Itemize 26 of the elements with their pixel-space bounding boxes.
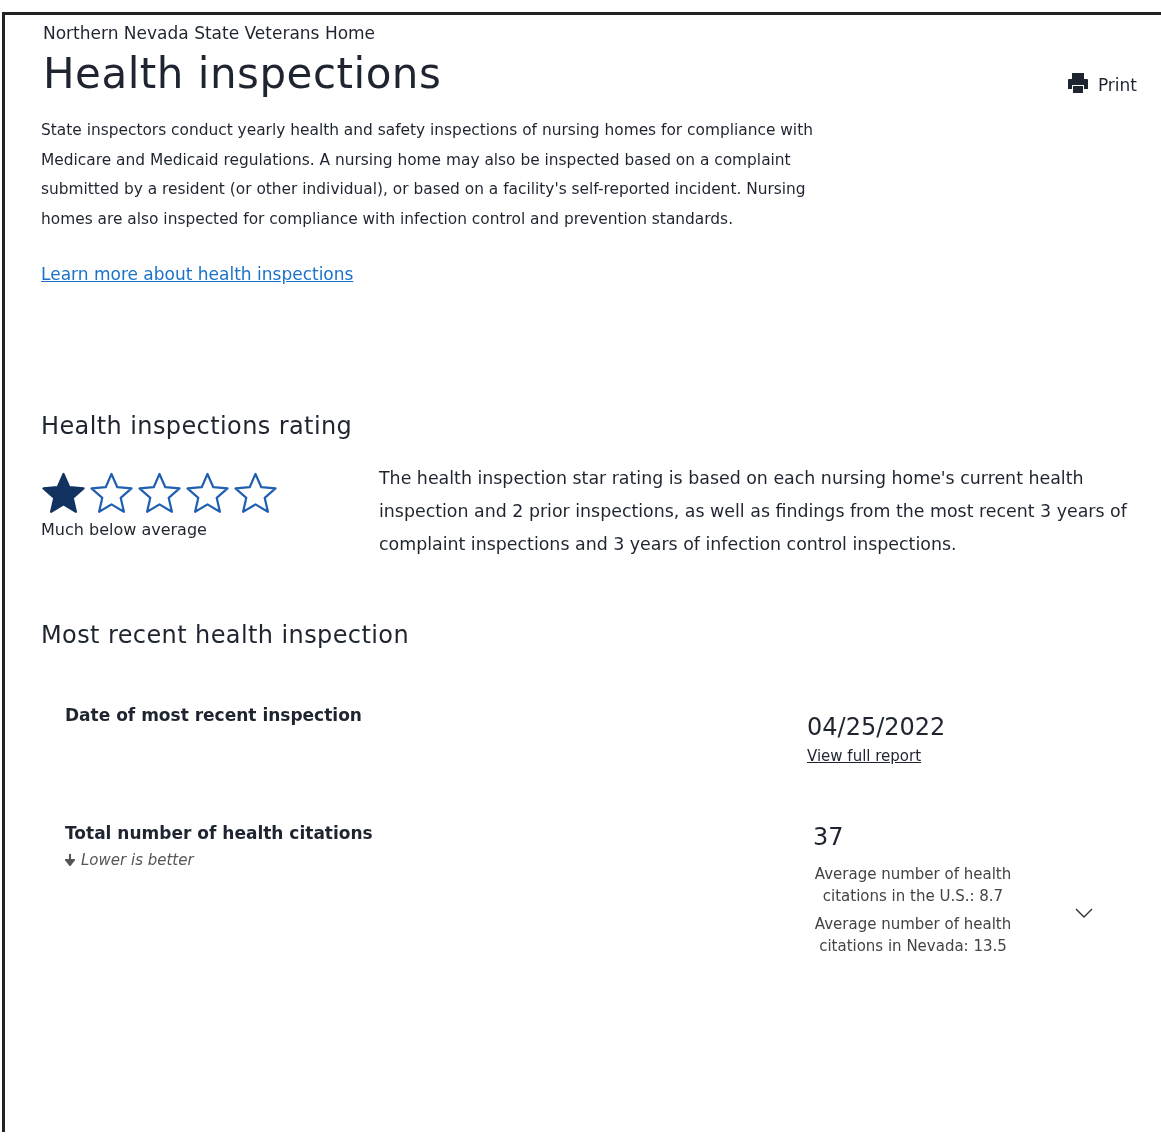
page-title: Health inspections bbox=[43, 49, 442, 98]
print-button[interactable]: Print bbox=[1065, 70, 1137, 95]
average-note: Average number of health citations in Nevada: 13.5 bbox=[813, 914, 1013, 957]
citation-count: 37 bbox=[813, 823, 845, 851]
rating-label: Much below average bbox=[41, 520, 208, 539]
section-heading: Health inspections rating bbox=[41, 412, 354, 440]
filled-star-icon bbox=[41, 472, 86, 514]
printer-icon bbox=[1065, 70, 1090, 95]
chevron-down-icon bbox=[1075, 908, 1093, 918]
view-report-link[interactable]: View full report bbox=[807, 747, 922, 765]
empty-star-icon bbox=[137, 472, 182, 514]
facility-name: Northern Nevada State Veterans Home bbox=[43, 23, 376, 43]
field-label: Date of most recent inspection bbox=[65, 705, 363, 725]
empty-star-icon bbox=[185, 472, 230, 514]
inspection-date: 04/25/2022 bbox=[807, 713, 946, 741]
rating-description: The health inspection star rating is based on each nursing home's current health inspection and 2 prior inspections, as well as findings from the most recent 3 years of complaint inspections and 3 years of infection control inspections. bbox=[379, 467, 1129, 556]
field-label: Total number of health citations bbox=[65, 823, 374, 843]
expand-button[interactable] bbox=[1075, 908, 1093, 918]
lower-is-better-note: Lower is better bbox=[81, 851, 194, 869]
average-note: Average number of health citations in the U.S.: 8.7 bbox=[813, 864, 1013, 907]
empty-star-icon bbox=[89, 472, 134, 514]
down-arrow-icon bbox=[65, 854, 75, 866]
empty-star-icon bbox=[233, 472, 278, 514]
section-heading: Most recent health inspection bbox=[41, 621, 410, 649]
intro-paragraph: State inspectors conduct yearly health and safety inspections of nursing homes for compliance with Medicare and Medicaid regulations. A nursing home may also be inspected based on a complaint submitted by a resident (or other individual), or based on a facility's self-reported incident. Nursing homes are also inspected for compliance with infection control and prevention standards. bbox=[41, 120, 814, 230]
learn-more-link[interactable]: Learn more about health inspections bbox=[41, 264, 354, 284]
